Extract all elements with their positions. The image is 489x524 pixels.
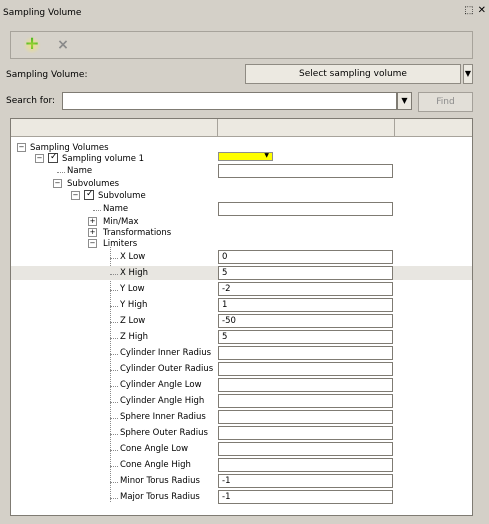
tree-label: Name: [56, 166, 93, 176]
tree-row-subvolume[interactable]: − Subvolume: [11, 189, 472, 203]
limiter-value-input[interactable]: [218, 458, 393, 472]
checkbox-icon[interactable]: [84, 189, 94, 200]
limiter-value-input[interactable]: [218, 378, 393, 392]
limiter-label: Cylinder Outer Radius: [109, 364, 214, 374]
tree-view[interactable]: − Sampling Volumes − Sampling volume 1 N…: [10, 118, 473, 516]
window-title: Sampling Volume: [3, 8, 82, 18]
limiter-row: Cylinder Angle High: [11, 394, 472, 408]
search-input[interactable]: [62, 92, 397, 110]
tree-label: Subvolume: [98, 191, 146, 201]
limiter-label: Y High: [109, 300, 148, 310]
limiter-value-input[interactable]: [218, 442, 393, 456]
limiter-row: Sphere Outer Radius: [11, 426, 472, 440]
limiter-label: Minor Torus Radius: [110, 476, 200, 486]
limiter-value-input[interactable]: [218, 346, 393, 360]
limiter-value-input[interactable]: -50: [218, 314, 393, 328]
subvolume-name-input[interactable]: [218, 202, 393, 216]
chevron-down-icon[interactable]: ▼: [463, 64, 473, 84]
collapse-icon[interactable]: −: [17, 143, 26, 152]
limiter-label: Sphere Outer Radius: [110, 428, 208, 438]
limiter-value-input[interactable]: -1: [218, 474, 393, 488]
color-selector[interactable]: [218, 152, 273, 161]
limiter-label: Cone Angle High: [110, 460, 191, 470]
limiter-row: Cylinder Angle Low: [11, 378, 472, 392]
tree-header-col-1[interactable]: [11, 119, 218, 137]
collapse-icon[interactable]: −: [53, 179, 62, 188]
tree-label: Sampling volume 1: [62, 154, 145, 164]
search-label: Search for:: [6, 96, 56, 106]
chevron-down-icon[interactable]: ▼: [397, 92, 412, 110]
tree-header: [11, 119, 472, 137]
collapse-icon[interactable]: −: [88, 239, 97, 248]
limiter-row: X High 5: [11, 266, 472, 280]
limiter-label: Cylinder Angle High: [109, 396, 205, 406]
collapse-icon[interactable]: −: [71, 191, 80, 200]
tree-label: Limiters: [103, 239, 138, 249]
tree-label: Subvolumes: [67, 179, 120, 189]
limiter-row: Cone Angle Low: [11, 442, 472, 456]
tree-header-col-2[interactable]: [218, 119, 395, 137]
limiter-row: Z Low -50: [11, 314, 472, 328]
limiter-row: Z High 5: [11, 330, 472, 344]
restore-icon[interactable]: ⬚: [464, 5, 473, 16]
title-bar: Sampling Volume ⬚ ✕: [0, 0, 489, 26]
limiter-label: Cylinder Angle Low: [110, 380, 202, 390]
collapse-icon[interactable]: −: [35, 154, 44, 163]
limiter-value-input[interactable]: 5: [218, 330, 393, 344]
limiter-row: Sphere Inner Radius: [11, 410, 472, 424]
limiter-label: Z Low: [109, 316, 146, 326]
limiter-label: Major Torus Radius: [110, 492, 200, 502]
close-icon[interactable]: ✕: [478, 5, 486, 16]
tree-row-subname: Name: [11, 202, 472, 216]
limiter-value-input[interactable]: [218, 426, 393, 440]
window-controls: ⬚ ✕: [464, 5, 486, 16]
tree-row-limiters[interactable]: − Limiters: [11, 237, 472, 251]
select-sampling-volume-button[interactable]: Select sampling volume: [245, 64, 461, 84]
limiter-row: Cylinder Inner Radius: [11, 346, 472, 360]
limiter-value-input[interactable]: 0: [218, 250, 393, 264]
checkbox-icon[interactable]: [48, 152, 58, 163]
limiter-value-input[interactable]: [218, 362, 393, 376]
limiter-value-input[interactable]: [218, 410, 393, 424]
toolbar: + ×: [10, 31, 473, 59]
limiter-value-input[interactable]: [218, 394, 393, 408]
limiter-row: Y Low -2: [11, 282, 472, 296]
limiter-label: Z High: [109, 332, 149, 342]
limiter-row: Cylinder Outer Radius: [11, 362, 472, 376]
tree-header-col-3[interactable]: [395, 119, 472, 137]
limiter-row: X Low 0: [11, 250, 472, 264]
find-button[interactable]: Find: [418, 92, 473, 112]
limiter-label: Cylinder Inner Radius: [109, 348, 212, 358]
limiter-label: Sphere Inner Radius: [110, 412, 206, 422]
tree-row-name: Name: [11, 164, 472, 178]
limiter-value-input[interactable]: 1: [218, 298, 393, 312]
limiter-row: Y High 1: [11, 298, 472, 312]
limiter-row: Cone Angle High: [11, 458, 472, 472]
limiter-label: Y Low: [110, 284, 145, 294]
expand-icon[interactable]: +: [88, 217, 97, 226]
limiter-row: Minor Torus Radius -1: [11, 474, 472, 488]
limiter-value-input[interactable]: 5: [218, 266, 393, 280]
limiter-value-input[interactable]: -2: [218, 282, 393, 296]
limiter-label: X High: [109, 268, 149, 278]
limiter-value-input[interactable]: -1: [218, 490, 393, 504]
tree-label: Name: [92, 204, 129, 214]
sampling-volume-label: Sampling Volume:: [6, 70, 88, 80]
plus-icon[interactable]: +: [23, 35, 41, 54]
limiter-row: Major Torus Radius -1: [11, 490, 472, 504]
close-icon[interactable]: ×: [55, 38, 71, 54]
limiter-label: Cone Angle Low: [109, 444, 189, 454]
name-input[interactable]: [218, 164, 393, 178]
limiter-label: X Low: [109, 252, 146, 262]
expand-icon[interactable]: +: [88, 228, 97, 237]
